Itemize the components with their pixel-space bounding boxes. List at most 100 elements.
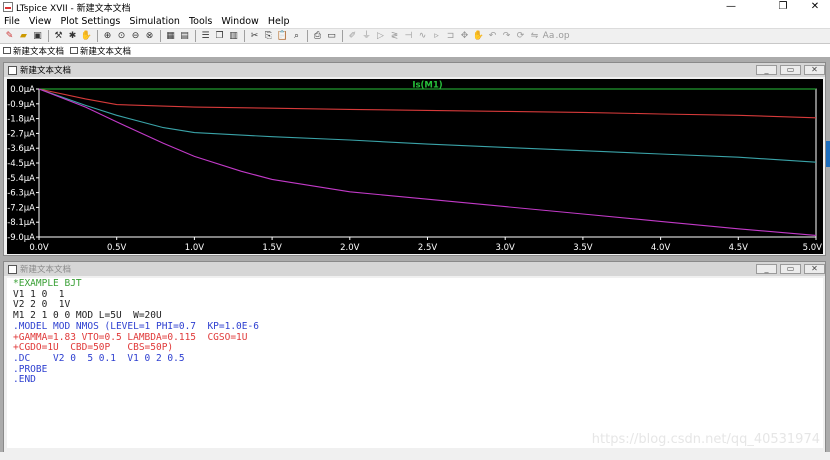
save-icon[interactable]: ▣ (31, 30, 44, 43)
new-schematic-icon[interactable]: ✎ (3, 30, 16, 43)
open-icon[interactable]: ▰ (17, 30, 30, 43)
y-tick-label: 0.0µA (10, 85, 35, 95)
print-setup-icon[interactable]: ▭ (325, 30, 338, 43)
tile-vertical-icon[interactable]: ▥ (227, 30, 240, 43)
y-tick-label: -3.6µA (7, 144, 35, 154)
series-line-2[interactable] (38, 88, 817, 163)
tile-horizontal-icon[interactable]: ☰ (199, 30, 212, 43)
series-line-3[interactable] (38, 88, 817, 236)
netlist-window-icon (8, 264, 17, 274)
rotate-icon[interactable]: ⟳ (514, 30, 527, 43)
y-tick-label: -7.2µA (7, 203, 35, 213)
waveform-window-titlebar[interactable]: 新建文本文档 _ ▭ ✕ (4, 63, 825, 77)
ground-icon[interactable]: ⏚ (360, 30, 373, 43)
control-panel-icon[interactable]: ⚒ (52, 30, 65, 43)
menu-simulation[interactable]: Simulation (129, 16, 180, 27)
menu-plot-settings[interactable]: Plot Settings (60, 16, 120, 27)
x-tick-label: 0.0V (29, 243, 49, 253)
netlist-close-button[interactable]: ✕ (804, 264, 825, 274)
title-bar: LTspice XVII - 新建文本文档 — ❐ ✕ (0, 0, 830, 14)
y-tick-label: -2.7µA (7, 129, 35, 139)
move-icon[interactable]: ✥ (458, 30, 471, 43)
waveform-minimize-button[interactable]: _ (756, 65, 777, 75)
status-bar (0, 452, 830, 460)
menu-help[interactable]: Help (268, 16, 290, 27)
netlist-editor[interactable]: *EXAMPLE BJT V1 1 0 1 V2 2 0 1V M1 2 1 0 0 … (7, 278, 823, 448)
menu-file[interactable]: File (4, 16, 20, 27)
x-tick-label: 1.0V (185, 243, 205, 253)
minimize-button[interactable]: — (716, 0, 746, 14)
zoom-out-icon[interactable]: ⊖ (129, 30, 142, 43)
halt-icon[interactable]: ✋ (80, 30, 93, 43)
component-icon[interactable]: ⊐ (444, 30, 457, 43)
print-icon[interactable]: ⎙ (311, 30, 324, 43)
x-tick-label: 4.0V (651, 243, 671, 253)
autorange-icon[interactable]: ▦ (164, 30, 177, 43)
series-line-1[interactable] (38, 88, 817, 119)
copy-icon[interactable]: ⎘ (262, 30, 275, 43)
menu-view[interactable]: View (29, 16, 52, 27)
x-tick-label: 3.0V (496, 243, 516, 253)
netlist-minimize-button[interactable]: _ (756, 264, 777, 274)
label-net-icon[interactable]: ▷ (374, 30, 387, 43)
waveform-tab-icon (3, 47, 11, 54)
vertical-scrollbar-thumb[interactable] (826, 141, 830, 167)
maximize-button[interactable]: ❐ (768, 0, 798, 14)
zoom-pan-icon[interactable]: ⊙ (115, 30, 128, 43)
diode-icon[interactable]: ▹ (430, 30, 443, 43)
y-tick-label: -5.4µA (7, 174, 35, 184)
tab-label: 新建文本文档 (80, 46, 132, 57)
toolbar: ✎ ▰ ▣ ⚒ ✱ ✋ ⊕ ⊙ ⊖ ⊗ ▦ ▤ ☰ ❐ ▥ ✂ ⎘ 📋 ⌕ ⎙ … (0, 28, 830, 44)
plot-frame (38, 88, 817, 238)
undo-icon[interactable]: ↶ (486, 30, 499, 43)
menu-window[interactable]: Window (221, 16, 258, 27)
redo-icon[interactable]: ↷ (500, 30, 513, 43)
tab-netlist[interactable]: 新建文本文档 (70, 45, 131, 57)
menu-bar: File View Plot Settings Simulation Tools… (0, 14, 830, 28)
netlist-window-titlebar[interactable]: 新建文本文档 _ ▭ ✕ (4, 262, 825, 276)
spice-directive-icon[interactable]: .op (555, 30, 569, 43)
cascade-icon[interactable]: ❐ (213, 30, 226, 43)
capacitor-icon[interactable]: ⊣ (402, 30, 415, 43)
netlist-line: .END (13, 374, 36, 386)
menu-tools[interactable]: Tools (189, 16, 212, 27)
netlist-maximize-button[interactable]: ▭ (780, 264, 801, 274)
text-icon[interactable]: Aa (542, 30, 555, 43)
waveform-plot[interactable]: 0.0µA -0.9µA -1.8µA -2.7µA -3.6µA -4.5µA -5.4µ… (7, 79, 823, 254)
netlist-line: .PROBE (13, 363, 48, 375)
x-tick-label: 3.5V (573, 243, 593, 253)
resistor-icon[interactable]: ≷ (388, 30, 401, 43)
trace-legend-label[interactable]: Is(M1) (412, 81, 442, 91)
zoom-fit-icon[interactable]: ⊗ (143, 30, 156, 43)
waveform-maximize-button[interactable]: ▭ (780, 65, 801, 75)
y-tick-label: -8.1µA (7, 218, 35, 228)
cut-icon[interactable]: ✂ (248, 30, 261, 43)
netlist-line: V1 1 0 1 (13, 288, 65, 300)
waveform-window-icon (8, 65, 17, 75)
y-tick-label: -0.9µA (7, 100, 35, 110)
mirror-icon[interactable]: ⇋ (528, 30, 541, 43)
netlist-line: .MODEL MOD NMOS (LEVEL=1 PHI=0.7 KP=1.0E… (13, 320, 259, 332)
netlist-window: 新建文本文档 _ ▭ ✕ *EXAMPLE BJT V1 1 0 1 V2 2 0 … (3, 261, 826, 453)
inductor-icon[interactable]: ∿ (416, 30, 429, 43)
waveform-window: 新建文本文档 _ ▭ ✕ 0.0µA -0.9µA -1.8µA -2.7µA -3.6… (3, 62, 826, 256)
y-tick-label: -6.3µA (7, 189, 35, 199)
paste-icon[interactable]: 📋 (276, 30, 289, 43)
drag-icon[interactable]: ✋ (472, 30, 485, 43)
waveform-close-button[interactable]: ✕ (804, 65, 825, 75)
y-tick-label: -1.8µA (7, 115, 35, 125)
close-button[interactable]: ✕ (800, 0, 830, 14)
x-tick-label: 2.5V (418, 243, 438, 253)
find-icon[interactable]: ⌕ (290, 30, 303, 43)
fit-all-icon[interactable]: ▤ (178, 30, 191, 43)
x-tick-label: 1.5V (262, 243, 282, 253)
waveform-svg[interactable]: 0.0µA -0.9µA -1.8µA -2.7µA -3.6µA -4.5µA -5.4µ… (7, 79, 823, 254)
zoom-in-icon[interactable]: ⊕ (101, 30, 114, 43)
tab-waveform[interactable]: 新建文本文档 (3, 45, 64, 57)
watermark: https://blog.csdn.net/qq_40531974 (591, 432, 820, 447)
document-tabs: 新建文本文档 新建文本文档 (0, 44, 830, 57)
window-title: LTspice XVII - 新建文本文档 (16, 3, 131, 14)
draw-wire-icon[interactable]: ✐ (346, 30, 359, 43)
waveform-window-title: 新建文本文档 (20, 66, 72, 76)
run-icon[interactable]: ✱ (66, 30, 79, 43)
